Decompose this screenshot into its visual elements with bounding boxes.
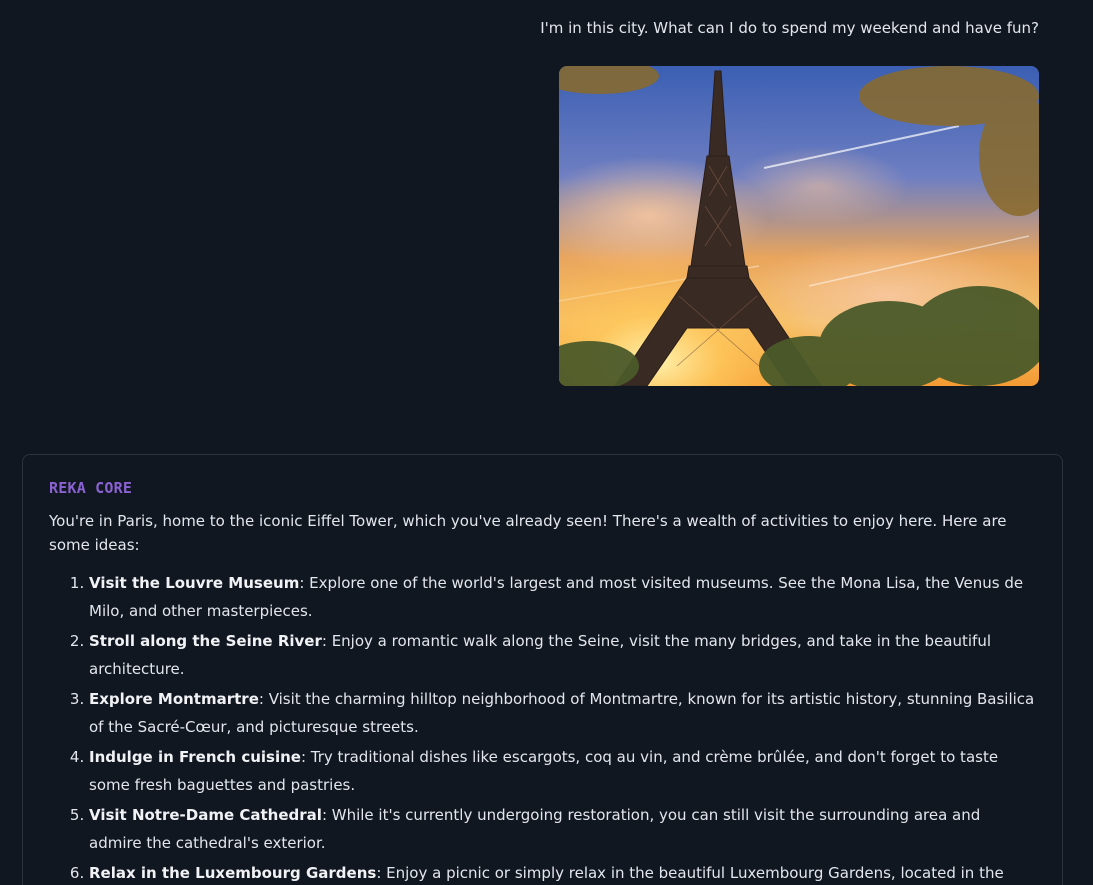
idea-title: Relax in the Luxembourg Gardens [89, 864, 377, 882]
list-item: Visit Notre-Dame Cathedral: While it's c… [89, 801, 1036, 857]
list-item: Visit the Louvre Museum: Explore one of … [89, 569, 1036, 625]
list-item: Indulge in French cuisine: Try tradition… [89, 743, 1036, 799]
chat-page: I'm in this city. What can I do to spend… [0, 0, 1093, 885]
assistant-response-card: REKA CORE You're in Paris, home to the i… [22, 454, 1063, 885]
list-item: Explore Montmartre: Visit the charming h… [89, 685, 1036, 741]
user-message-text: I'm in this city. What can I do to spend… [540, 19, 1039, 37]
idea-title: Stroll along the Seine River [89, 632, 322, 650]
idea-title: Indulge in French cuisine [89, 748, 301, 766]
idea-title: Explore Montmartre [89, 690, 259, 708]
model-name-label: REKA CORE [49, 479, 133, 497]
response-intro: You're in Paris, home to the iconic Eiff… [49, 512, 1007, 554]
eiffel-tower-photo[interactable] [559, 66, 1039, 386]
ideas-list: Visit the Louvre Museum: Explore one of … [49, 569, 1036, 885]
list-item: Stroll along the Seine River: Enjoy a ro… [89, 627, 1036, 683]
idea-title: Visit the Louvre Museum [89, 574, 300, 592]
list-item: Relax in the Luxembourg Gardens: Enjoy a… [89, 859, 1036, 885]
user-message: I'm in this city. What can I do to spend… [540, 18, 1039, 38]
idea-title: Visit Notre-Dame Cathedral [89, 806, 322, 824]
